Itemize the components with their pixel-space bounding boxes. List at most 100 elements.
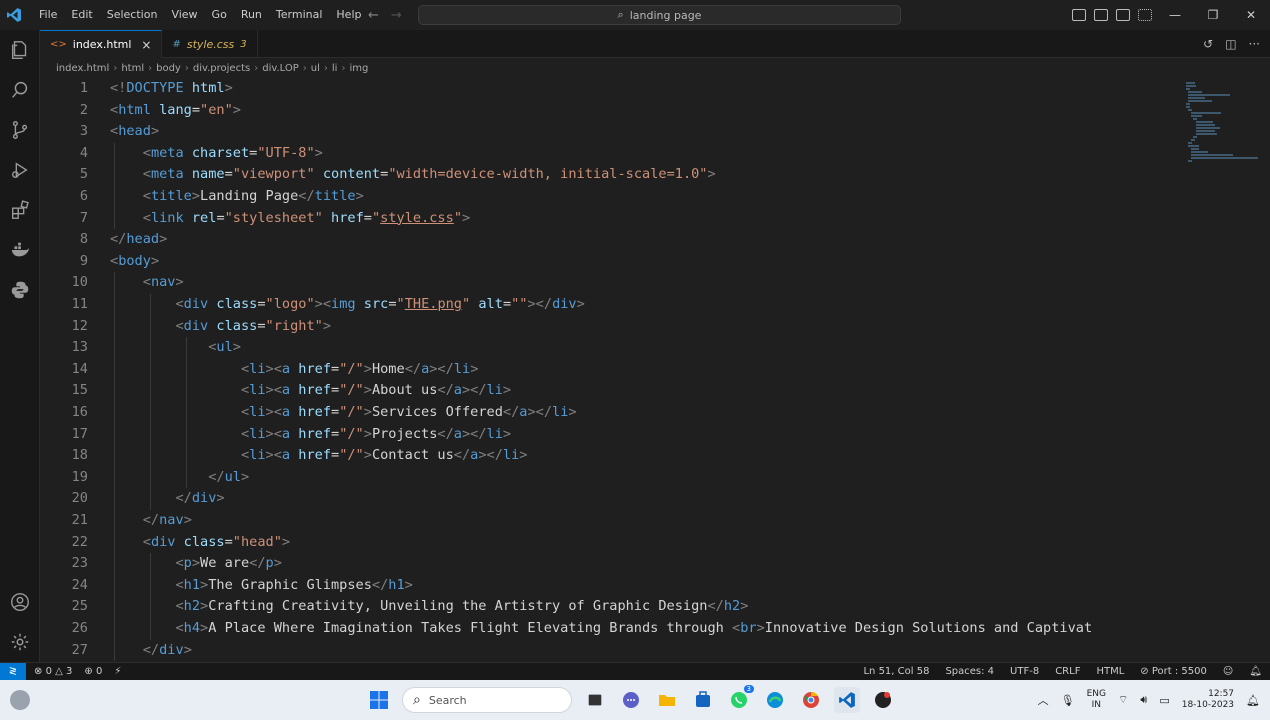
- code-token: title: [150, 188, 192, 204]
- activity-bar: [0, 30, 40, 662]
- vscode-taskbar-icon[interactable]: [834, 687, 860, 713]
- customize-layout-icon[interactable]: [1138, 9, 1152, 21]
- end-of-line[interactable]: CRLF: [1055, 666, 1080, 677]
- explorer-icon[interactable]: [8, 38, 32, 62]
- more-actions-icon[interactable]: ···: [1249, 37, 1260, 51]
- cursor-position[interactable]: Ln 51, Col 58: [863, 666, 929, 677]
- search-view-icon[interactable]: [8, 78, 32, 102]
- live-share-icon[interactable]: ⚡: [114, 666, 121, 677]
- minimap[interactable]: [1180, 78, 1270, 662]
- code-token: "/": [339, 360, 364, 377]
- toggle-secondary-sidebar-icon[interactable]: [1116, 9, 1130, 21]
- indentation[interactable]: Spaces: 4: [945, 666, 994, 677]
- edge-icon[interactable]: [762, 687, 788, 713]
- minimap-line: [1190, 139, 1195, 141]
- battery-icon[interactable]: ▭: [1159, 694, 1169, 707]
- menu-item-help[interactable]: Help: [329, 0, 368, 30]
- chrome-icon[interactable]: [798, 687, 824, 713]
- code-token: a: [281, 360, 291, 377]
- tab-style-css[interactable]: # style.css 3: [162, 30, 258, 58]
- code-token: "/": [339, 404, 364, 420]
- extensions-icon[interactable]: [8, 198, 32, 222]
- code-editor[interactable]: 1 <!DOCTYPE html> 2 <html lang="en"> 3 <head>…: [40, 78, 1180, 662]
- windows-start-icon[interactable]: [366, 687, 392, 713]
- code-token: "en": [200, 101, 233, 118]
- volume-icon[interactable]: 🔊︎: [1140, 693, 1147, 707]
- copilot-icon[interactable]: ☺: [1223, 666, 1233, 677]
- toggle-panel-icon[interactable]: [1094, 9, 1108, 21]
- close-window-icon[interactable]: ✕: [1232, 0, 1270, 30]
- docker-icon[interactable]: [8, 238, 32, 262]
- breadcrumb-item[interactable]: div.projects: [193, 63, 250, 74]
- remote-icon[interactable]: ≷: [0, 662, 26, 681]
- task-view-icon[interactable]: [582, 687, 608, 713]
- menu-item-selection[interactable]: Selection: [100, 0, 165, 30]
- live-server-port[interactable]: ⊘ Port : 5500: [1140, 666, 1207, 677]
- python-icon[interactable]: [8, 278, 32, 302]
- microsoft-store-icon[interactable]: [690, 687, 716, 713]
- menu-item-go[interactable]: Go: [205, 0, 234, 30]
- code-token: a: [453, 382, 462, 399]
- toggle-primary-sidebar-icon[interactable]: [1072, 9, 1086, 21]
- line-code: </div>: [110, 640, 192, 662]
- show-hidden-icons-icon[interactable]: ︿: [1038, 692, 1049, 708]
- minimap-line: [1190, 154, 1233, 156]
- settings-gear-icon[interactable]: [8, 630, 32, 654]
- taskbar-search[interactable]: ⌕ Search: [402, 687, 572, 713]
- code-token: "width=device-width, initial-scale=1.0": [388, 166, 708, 183]
- vscode-logo-icon: [0, 0, 28, 30]
- source-control-icon[interactable]: [8, 118, 32, 142]
- code-token: h2: [723, 598, 741, 615]
- code-token: >: [502, 382, 512, 399]
- menu-item-terminal[interactable]: Terminal: [269, 0, 330, 30]
- line-number: 7: [79, 209, 88, 226]
- file-explorer-icon[interactable]: [654, 687, 680, 713]
- clock[interactable]: 12:57 18-10-2023: [1182, 689, 1234, 711]
- minimap-line: [1188, 97, 1205, 99]
- ports-status[interactable]: ⊕ 0: [84, 666, 102, 677]
- wifi-icon[interactable]: ⌔: [1118, 693, 1128, 707]
- weather-widget-icon[interactable]: [10, 690, 30, 710]
- language-indicator[interactable]: ENG IN: [1087, 689, 1106, 711]
- breadcrumb-item[interactable]: body: [156, 63, 181, 74]
- layout-controls: [1072, 0, 1152, 30]
- restore-icon[interactable]: ❐: [1194, 0, 1232, 30]
- open-changes-icon[interactable]: ↺: [1203, 37, 1213, 51]
- code-token: "viewport": [232, 166, 315, 183]
- chat-icon[interactable]: [618, 687, 644, 713]
- minimap-line: [1193, 118, 1198, 120]
- tab-index-html[interactable]: <> index.html ×: [40, 30, 163, 58]
- back-arrow-icon[interactable]: ←: [368, 8, 379, 23]
- line-number: 19: [71, 468, 88, 485]
- code-token: div: [191, 490, 217, 507]
- notification-center-icon[interactable]: 🔔︎: [1246, 694, 1260, 707]
- menu-item-view[interactable]: View: [164, 0, 204, 30]
- whatsapp-icon[interactable]: 3: [726, 685, 754, 713]
- problems-status[interactable]: ⊗ 0 △ 3: [34, 666, 72, 677]
- menu-item-edit[interactable]: Edit: [64, 0, 99, 30]
- language-mode[interactable]: HTML: [1096, 666, 1124, 677]
- breadcrumb-item[interactable]: img: [349, 63, 368, 74]
- close-tab-icon[interactable]: ×: [141, 38, 151, 52]
- encoding[interactable]: UTF-8: [1010, 666, 1039, 677]
- app-icon[interactable]: [870, 687, 896, 713]
- breadcrumb-item[interactable]: div.LOP: [262, 63, 299, 74]
- split-editor-icon[interactable]: ◫: [1225, 37, 1236, 51]
- menu-item-file[interactable]: File: [32, 0, 64, 30]
- breadcrumb-item[interactable]: index.html: [56, 63, 109, 74]
- run-debug-icon[interactable]: [8, 158, 32, 182]
- forward-arrow-icon[interactable]: →: [391, 8, 402, 23]
- notifications-bell-icon[interactable]: 🔔︎: [1249, 666, 1262, 677]
- breadcrumb-item[interactable]: li: [332, 63, 338, 74]
- menu-item-run[interactable]: Run: [234, 0, 269, 30]
- breadcrumb-item[interactable]: ul: [311, 63, 320, 74]
- microphone-icon[interactable]: 🎙︎: [1061, 694, 1075, 707]
- command-center[interactable]: ⌕ landing page: [418, 5, 901, 25]
- code-token: >: [191, 555, 201, 572]
- minimize-icon[interactable]: —: [1156, 0, 1194, 30]
- breadcrumb-item[interactable]: html: [121, 63, 144, 74]
- line-code: <li><a href="/">Services Offered</a></li…: [110, 402, 577, 424]
- accounts-icon[interactable]: [8, 590, 32, 614]
- line-code: </ul>: [110, 467, 249, 489]
